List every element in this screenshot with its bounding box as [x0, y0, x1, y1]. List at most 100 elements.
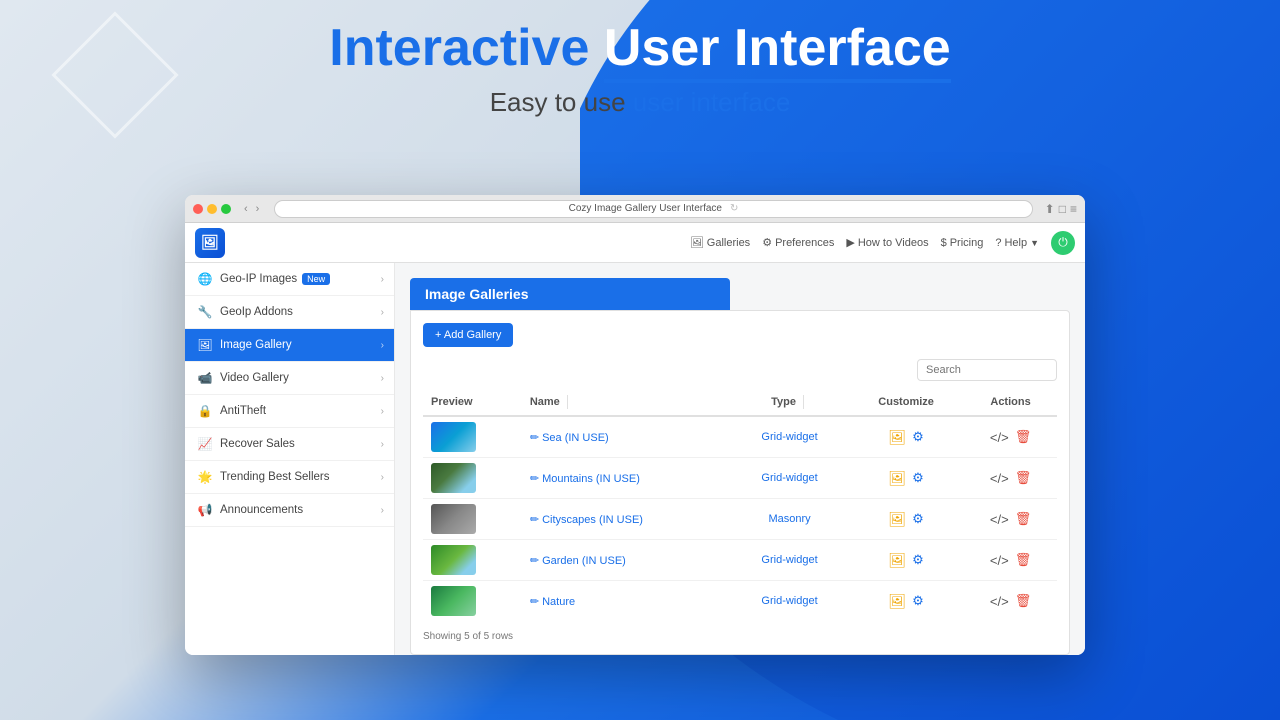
delete-icon-4[interactable]: 🗑	[1015, 552, 1032, 568]
sidebar-label-trending: Trending Best Sellers	[220, 471, 330, 483]
col-name: Name	[522, 389, 731, 416]
recover-sales-icon: 📈	[197, 437, 213, 451]
app-logo: 🖼	[195, 228, 225, 258]
browser-share-icon[interactable]: ⬆	[1045, 202, 1055, 216]
page-header: Image Galleries	[410, 278, 730, 310]
sidebar-item-image-gallery[interactable]: 🖼 Image Gallery ›	[185, 329, 394, 362]
gallery-image-icon-3[interactable]: 🖼	[888, 511, 906, 528]
sidebar-item-recover-sales[interactable]: 📈 Recover Sales ›	[185, 428, 394, 461]
delete-icon-1[interactable]: 🗑	[1015, 429, 1032, 445]
delete-icon-2[interactable]: 🗑	[1015, 470, 1032, 486]
code-icon-1[interactable]: </>	[990, 430, 1009, 445]
gallery-name-link-4[interactable]: ✏ Garden (IN USE)	[530, 555, 626, 567]
cell-name-5: ✏ Nature	[522, 581, 731, 622]
browser-back-button[interactable]: ‹	[241, 202, 251, 216]
nav-pricing[interactable]: $ Pricing	[941, 237, 984, 249]
antitheft-icon: 🔒	[197, 404, 213, 418]
preferences-icon: ⚙	[762, 236, 772, 249]
delete-icon-3[interactable]: 🗑	[1015, 511, 1032, 527]
gear-icon-2[interactable]: ⚙	[912, 470, 924, 486]
search-input[interactable]	[917, 359, 1057, 381]
gallery-type-link-4[interactable]: Grid-widget	[761, 554, 817, 566]
code-icon-4[interactable]: </>	[990, 553, 1009, 568]
gallery-image-icon-1[interactable]: 🖼	[888, 429, 906, 446]
content-panel: + Add Gallery Preview Name Type Customiz…	[410, 310, 1070, 655]
col-actions: Actions	[964, 389, 1057, 416]
browser-dot-yellow[interactable]	[207, 204, 217, 214]
galleries-label: Galleries	[707, 237, 750, 249]
code-icon-5[interactable]: </>	[990, 594, 1009, 609]
code-icon-2[interactable]: </>	[990, 471, 1009, 486]
gear-icon-4[interactable]: ⚙	[912, 552, 924, 568]
customize-icons-4: 🖼 ⚙	[856, 552, 956, 569]
browser-dot-green[interactable]	[221, 204, 231, 214]
browser-bookmark-icon[interactable]: □	[1059, 202, 1066, 216]
browser-url-text: Cozy Image Gallery User Interface	[569, 203, 722, 214]
sidebar-label-video-gallery: Video Gallery	[220, 372, 289, 384]
gallery-name-link-1[interactable]: ✏ Sea (IN USE)	[530, 432, 609, 444]
cell-type-2: Grid-widget	[731, 458, 848, 499]
gallery-type-link-5[interactable]: Grid-widget	[761, 595, 817, 607]
table-row: ✏ Garden (IN USE) Grid-widget 🖼 ⚙	[423, 540, 1057, 581]
gallery-type-link-2[interactable]: Grid-widget	[761, 472, 817, 484]
gear-icon-5[interactable]: ⚙	[912, 593, 924, 609]
cell-customize-2: 🖼 ⚙	[848, 458, 964, 499]
sidebar-label-recover-sales: Recover Sales	[220, 438, 295, 450]
hero-subtitle: Easy to use user interface	[0, 87, 1280, 118]
browser-dot-red[interactable]	[193, 204, 203, 214]
sidebar-item-antitheft[interactable]: 🔒 AntiTheft ›	[185, 395, 394, 428]
new-badge: New	[302, 273, 330, 285]
table-header: Preview Name Type Customize Actions	[423, 389, 1057, 416]
browser-url-bar[interactable]: Cozy Image Gallery User Interface ↻	[274, 200, 1032, 218]
browser-more-icon[interactable]: ≡	[1070, 202, 1077, 216]
gallery-name-link-3[interactable]: ✏ Cityscapes (IN USE)	[530, 514, 643, 526]
cell-customize-4: 🖼 ⚙	[848, 540, 964, 581]
table-row: ✏ Cityscapes (IN USE) Masonry 🖼 ⚙	[423, 499, 1057, 540]
preview-thumb-garden	[431, 545, 476, 575]
sidebar-arrow-1: ›	[381, 307, 384, 318]
gallery-name-link-5[interactable]: ✏ Nature	[530, 596, 575, 608]
sidebar-arrow-2: ›	[381, 340, 384, 351]
table-row: ✏ Nature Grid-widget 🖼 ⚙	[423, 581, 1057, 622]
sidebar-item-trending-best-sellers[interactable]: 🌟 Trending Best Sellers ›	[185, 461, 394, 494]
delete-icon-5[interactable]: 🗑	[1015, 593, 1032, 609]
sidebar-item-announcements[interactable]: 📢 Announcements ›	[185, 494, 394, 527]
sidebar-item-video-gallery[interactable]: 📹 Video Gallery ›	[185, 362, 394, 395]
nav-how-to-videos[interactable]: ▶ How to Videos	[846, 236, 928, 249]
gallery-type-link-1[interactable]: Grid-widget	[761, 431, 817, 443]
browser-window: ‹ › Cozy Image Gallery User Interface ↻ …	[185, 195, 1085, 655]
gallery-name-link-2[interactable]: ✏ Mountains (IN USE)	[530, 473, 640, 485]
cell-customize-3: 🖼 ⚙	[848, 499, 964, 540]
cell-preview-3	[423, 499, 522, 540]
add-gallery-button[interactable]: + Add Gallery	[423, 323, 513, 347]
power-button[interactable]: ⏻	[1051, 231, 1075, 255]
sidebar-item-geo-ip-images[interactable]: 🌐 Geo-IP Images New ›	[185, 263, 394, 296]
code-icon-3[interactable]: </>	[990, 512, 1009, 527]
gear-icon-1[interactable]: ⚙	[912, 429, 924, 445]
table-footer: Showing 5 of 5 rows	[423, 631, 1057, 642]
video-gallery-icon: 📹	[197, 371, 213, 385]
cell-name-3: ✏ Cityscapes (IN USE)	[522, 499, 731, 540]
cell-preview-4	[423, 540, 522, 581]
search-box	[917, 359, 1057, 381]
gallery-image-icon-5[interactable]: 🖼	[888, 593, 906, 610]
pricing-icon: $	[941, 237, 947, 249]
nav-help[interactable]: ? Help ▼	[995, 237, 1039, 249]
nav-preferences[interactable]: ⚙ Preferences	[762, 236, 834, 249]
hero-title-dark: Interactive	[329, 19, 589, 77]
gallery-type-link-3[interactable]: Masonry	[768, 513, 810, 525]
gallery-image-icon-4[interactable]: 🖼	[888, 552, 906, 569]
browser-forward-button[interactable]: ›	[253, 202, 263, 216]
app-logo-icon: 🖼	[201, 234, 219, 251]
col-type: Type	[731, 389, 848, 416]
trending-icon: 🌟	[197, 470, 213, 484]
action-icons-1: </> 🗑	[972, 429, 1049, 445]
customize-icons-3: 🖼 ⚙	[856, 511, 956, 528]
gear-icon-3[interactable]: ⚙	[912, 511, 924, 527]
nav-galleries[interactable]: 🖼 Galleries	[690, 236, 750, 249]
gallery-table: Preview Name Type Customize Actions	[423, 389, 1057, 621]
gallery-image-icon-2[interactable]: 🖼	[888, 470, 906, 487]
sidebar-item-geoip-addons[interactable]: 🔧 GeoIp Addons ›	[185, 296, 394, 329]
help-label: Help	[1004, 237, 1027, 249]
hero-subtitle-dark: Easy to use	[490, 87, 626, 117]
